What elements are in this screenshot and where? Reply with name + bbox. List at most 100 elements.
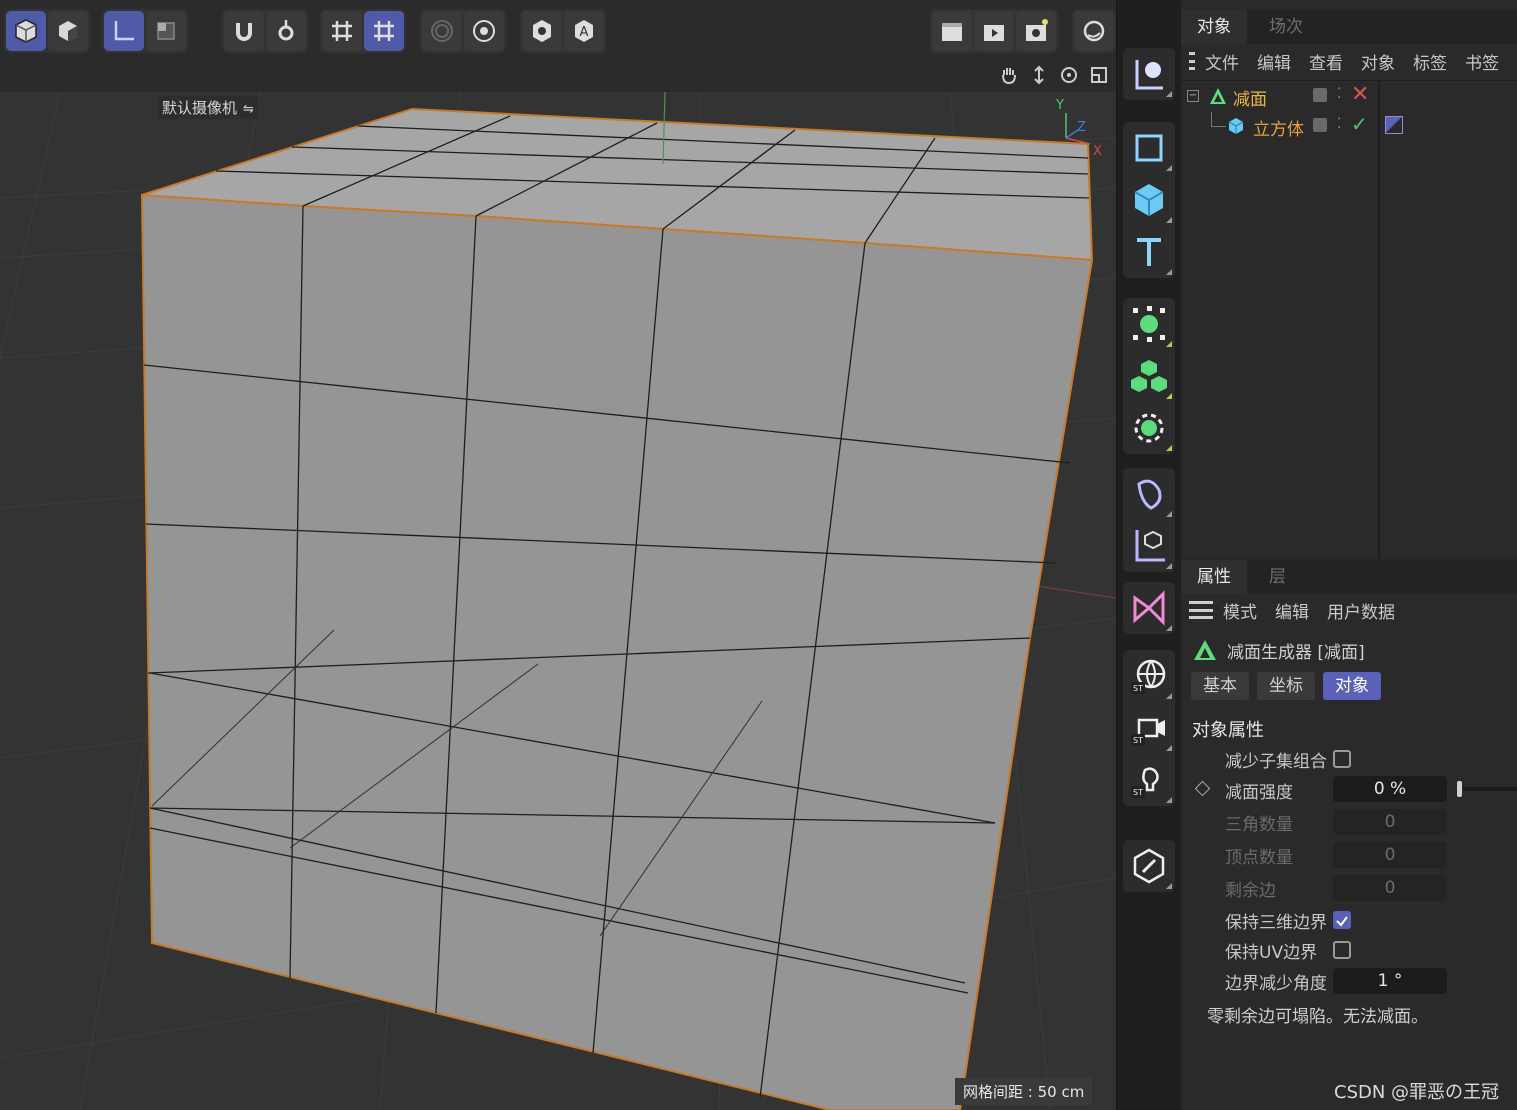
rotate-view-icon[interactable] <box>1056 62 1082 88</box>
boundary-angle-input[interactable]: 1 ° <box>1333 968 1447 994</box>
tab-objects[interactable]: 对象 <box>1181 10 1247 44</box>
keep-3d-boundary-label: 保持三维边界 <box>1225 913 1327 933</box>
camera-toggle-icon[interactable]: ⇋ <box>243 102 254 117</box>
watermark: CSDN @罪恶の王冠 <box>1334 1082 1500 1103</box>
menu-object[interactable]: 对象 <box>1361 49 1395 74</box>
keep-3d-boundary-checkbox[interactable] <box>1333 911 1351 929</box>
keep-uv-boundary-checkbox[interactable] <box>1333 941 1351 959</box>
menu-file[interactable]: 文件 <box>1205 49 1239 74</box>
move-view-icon[interactable] <box>1026 62 1052 88</box>
menu-edit[interactable]: 编辑 <box>1275 598 1309 623</box>
object-manager: 对象 场次 文件 编辑 查看 对象 标签 书签 − 减面 ⁚ ✕ 立方体 ⁚ ✓ <box>1181 0 1517 558</box>
deformer-icon[interactable] <box>1123 468 1175 520</box>
menu-edit[interactable]: 编辑 <box>1257 49 1291 74</box>
snap-magnet-icon[interactable] <box>224 11 264 51</box>
axis-lock-icon[interactable] <box>146 11 186 51</box>
view-visibility-icon[interactable] <box>522 11 562 51</box>
palette-group-7 <box>1123 840 1175 892</box>
subtab-coordinates[interactable]: 坐标 <box>1257 672 1315 700</box>
text-icon[interactable] <box>1123 226 1175 278</box>
camera-label-text: 默认摄像机 <box>162 99 238 117</box>
model-mode-icon[interactable] <box>6 11 46 51</box>
subtab-basic[interactable]: 基本 <box>1191 672 1249 700</box>
view-mode-group <box>4 9 90 53</box>
palette-group-2 <box>1123 122 1175 278</box>
generator-icon[interactable] <box>1123 298 1175 350</box>
menu-mode[interactable]: 模式 <box>1223 598 1257 623</box>
layer-icon[interactable] <box>1313 88 1327 102</box>
triangles-value: 0 <box>1333 809 1447 835</box>
menu-user-data[interactable]: 用户数据 <box>1327 598 1395 623</box>
hamburger-icon[interactable] <box>1189 52 1195 70</box>
world-axis-icon[interactable] <box>104 11 144 51</box>
layer-icon[interactable] <box>1313 118 1327 132</box>
main-toolbar: A <box>0 0 1120 59</box>
phong-tag-icon[interactable] <box>1385 116 1403 134</box>
tree-item-cube-label: 立方体 <box>1253 120 1304 140</box>
solo-off-icon[interactable] <box>422 11 462 51</box>
vertices-value: 0 <box>1333 842 1447 868</box>
snap-group <box>222 9 308 53</box>
subtab-object[interactable]: 对象 <box>1323 672 1381 700</box>
tree-row-cube[interactable]: 立方体 ⁚ ✓ <box>1181 112 1517 140</box>
keyframe-diamond-icon[interactable] <box>1194 780 1211 797</box>
maximize-view-icon[interactable] <box>1086 62 1112 88</box>
snap-settings-icon[interactable] <box>266 11 306 51</box>
disabled-x-icon[interactable]: ✕ <box>1351 82 1369 107</box>
enabled-check-icon[interactable]: ✓ <box>1351 112 1368 136</box>
auto-icon[interactable]: A <box>564 11 604 51</box>
effector-icon[interactable] <box>1123 402 1175 454</box>
tag-edit-icon[interactable] <box>1123 840 1175 892</box>
light-icon[interactable]: ST <box>1123 754 1175 806</box>
render-settings-icon[interactable] <box>1016 11 1056 51</box>
cloner-icon[interactable] <box>1123 350 1175 402</box>
pan-icon[interactable] <box>996 62 1022 88</box>
strength-slider-track[interactable] <box>1463 787 1517 791</box>
object-manager-menu: 文件 编辑 查看 对象 标签 书签 <box>1181 45 1517 77</box>
render-view-icon[interactable] <box>932 11 972 51</box>
object-select-icon[interactable] <box>1123 48 1175 100</box>
axis-y-label: Y <box>1056 98 1064 113</box>
strength-slider-handle[interactable] <box>1457 781 1462 797</box>
collapse-icon[interactable]: − <box>1187 90 1199 102</box>
remaining-edges-label: 剩余边 <box>1225 881 1276 901</box>
camera-label[interactable]: 默认摄像机 ⇋ <box>158 96 258 119</box>
menu-tags[interactable]: 标签 <box>1413 49 1447 74</box>
hamburger-icon[interactable] <box>1189 601 1213 619</box>
solo-settings-icon[interactable] <box>464 11 504 51</box>
scene-canvas[interactable] <box>0 92 1116 1110</box>
grid-group <box>320 9 406 53</box>
grid-icon[interactable] <box>322 11 362 51</box>
3d-viewport[interactable]: Y Z X 默认摄像机 ⇋ 网格间距 : 50 cm <box>0 58 1116 1110</box>
palette-group-5 <box>1123 582 1175 634</box>
solo-group <box>420 9 506 53</box>
render-picture-icon[interactable] <box>974 11 1014 51</box>
visibility-dots-icon[interactable]: ⁚ <box>1337 116 1341 132</box>
grid-snap-icon[interactable] <box>364 11 404 51</box>
tab-layers[interactable]: 层 <box>1253 560 1302 594</box>
tab-takes[interactable]: 场次 <box>1253 10 1319 44</box>
object-title: 减面生成器 [减面] <box>1227 643 1365 663</box>
svg-text:ST: ST <box>1133 788 1143 797</box>
render-group <box>930 9 1058 53</box>
strength-input[interactable]: 0 % <box>1333 776 1447 802</box>
menu-view[interactable]: 查看 <box>1309 49 1343 74</box>
mograph-icon[interactable] <box>1123 582 1175 634</box>
axis-x-label: X <box>1093 144 1102 159</box>
viewport-nav <box>996 62 1112 88</box>
refresh-icon[interactable] <box>1074 11 1114 51</box>
keep-uv-boundary-label: 保持UV边界 <box>1225 943 1318 963</box>
tab-attributes[interactable]: 属性 <box>1181 560 1247 594</box>
camera-icon[interactable]: ST <box>1123 702 1175 754</box>
field-icon[interactable] <box>1123 520 1175 572</box>
spline-rect-icon[interactable] <box>1123 122 1175 174</box>
sky-icon[interactable]: ST <box>1123 650 1175 702</box>
decimate-icon <box>1210 88 1226 104</box>
cube-icon[interactable] <box>1123 174 1175 226</box>
polygon-object-mode-icon[interactable] <box>48 11 88 51</box>
visibility-dots-icon[interactable]: ⁚ <box>1337 86 1341 102</box>
reduce-children-checkbox[interactable] <box>1333 750 1351 768</box>
menu-bookmarks[interactable]: 书签 <box>1465 49 1499 74</box>
attribute-manager-tabs: 属性 层 <box>1181 560 1517 594</box>
tree-row-decimate[interactable]: − 减面 ⁚ ✕ <box>1181 82 1517 110</box>
